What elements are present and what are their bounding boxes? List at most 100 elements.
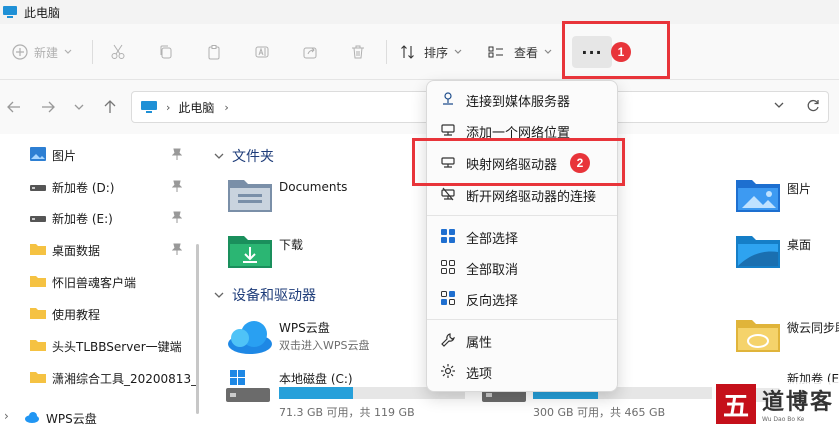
watermark-mark: 五 bbox=[722, 392, 749, 422]
sidebar-item-label: WPS云盘 bbox=[46, 412, 97, 426]
refresh-icon[interactable] bbox=[806, 99, 820, 113]
chevron-down-icon[interactable] bbox=[774, 101, 784, 109]
watermark-seal: 五 bbox=[716, 384, 756, 424]
new-label: 新建 bbox=[34, 45, 59, 60]
rename-button[interactable] bbox=[254, 24, 270, 80]
desktop-folder-icon[interactable] bbox=[736, 232, 780, 268]
menu-item-select-none[interactable]: 全部取消 bbox=[431, 252, 615, 282]
drive-space: 71.3 GB 可用，共 119 GB bbox=[279, 406, 415, 419]
sidebar-item-desktop-data[interactable]: 桌面数据 bbox=[0, 234, 198, 264]
pictures-folder-icon[interactable] bbox=[736, 176, 780, 212]
copy-icon bbox=[160, 45, 172, 59]
folder-name[interactable]: 下载 bbox=[279, 236, 303, 253]
drive-name[interactable]: WPS云盘 bbox=[279, 319, 330, 336]
weiyun-folder-icon[interactable] bbox=[736, 316, 780, 354]
sidebar-item-folder[interactable]: 怀旧兽魂客户端 bbox=[0, 266, 198, 296]
title-bar: 此电脑 bbox=[0, 0, 839, 24]
menu-item-select-all[interactable]: 全部选择 bbox=[431, 221, 615, 251]
recent-locations-button[interactable] bbox=[74, 96, 84, 118]
folder-icon bbox=[30, 308, 46, 319]
sidebar-item-label: 潇湘综合工具_20200813_ bbox=[52, 372, 198, 386]
drive-name[interactable]: 微云同步助 bbox=[787, 319, 839, 336]
address-crumb[interactable]: 此电脑 bbox=[178, 99, 214, 116]
sidebar-item-drive-d[interactable]: 新加卷 (D:) bbox=[0, 171, 198, 201]
chevron-right-icon[interactable]: › bbox=[4, 409, 9, 423]
folders-section-header[interactable]: 文件夹 bbox=[214, 146, 274, 166]
menu-item-options[interactable]: 选项 bbox=[431, 356, 615, 386]
sidebar-item-folder[interactable]: 头头TLBBServer一键端 bbox=[0, 330, 198, 360]
sidebar-item-folder[interactable]: 使用教程 bbox=[0, 298, 198, 328]
view-button[interactable]: 查看 bbox=[488, 24, 552, 80]
folder-icon bbox=[30, 340, 46, 351]
new-button[interactable]: 新建 bbox=[12, 24, 72, 80]
sidebar-item-label: 桌面数据 bbox=[52, 244, 101, 258]
command-bar: 新建 排序 查看 ··· bbox=[0, 24, 839, 80]
menu-item-label: 连接到媒体服务器 bbox=[466, 95, 571, 110]
view-label: 查看 bbox=[514, 45, 539, 60]
chevron-right-icon: › bbox=[166, 100, 171, 114]
annotation-badge: 1 bbox=[611, 42, 631, 62]
gear-icon bbox=[441, 364, 455, 378]
folder-name[interactable]: Documents bbox=[279, 180, 347, 194]
share-button[interactable] bbox=[302, 24, 318, 80]
folder-name[interactable]: 桌面 bbox=[787, 236, 811, 253]
pin-icon[interactable] bbox=[171, 211, 183, 226]
drives-section-header[interactable]: 设备和驱动器 bbox=[214, 285, 316, 305]
menu-item-label: 断开网络驱动器的连接 bbox=[466, 190, 597, 205]
sidebar-item-wps-cloud[interactable]: › WPS云盘 bbox=[0, 402, 198, 428]
more-options-menu: 连接到媒体服务器 添加一个网络位置 映射网络驱动器 断开网络驱动器的连接 全部选… bbox=[426, 80, 618, 392]
menu-divider bbox=[427, 215, 617, 216]
window-title: 此电脑 bbox=[24, 5, 61, 20]
paste-button[interactable] bbox=[206, 24, 222, 80]
chevron-down-icon bbox=[64, 49, 72, 54]
sidebar-scrollbar[interactable] bbox=[196, 244, 199, 414]
cloud-icon bbox=[25, 412, 39, 423]
copy-button[interactable] bbox=[158, 24, 174, 80]
sidebar-item-pictures[interactable]: 图片 bbox=[0, 139, 198, 169]
documents-folder-icon[interactable] bbox=[228, 176, 272, 212]
sidebar-item-drive-e[interactable]: 新加卷 (E:) bbox=[0, 202, 198, 232]
delete-button[interactable] bbox=[350, 24, 366, 80]
windows-drive-icon[interactable] bbox=[226, 370, 270, 408]
menu-item-label: 属性 bbox=[466, 336, 493, 351]
menu-item-properties[interactable]: 属性 bbox=[431, 325, 615, 355]
back-button[interactable] bbox=[6, 96, 22, 118]
annotation-box bbox=[412, 138, 625, 186]
forward-button[interactable] bbox=[40, 96, 56, 118]
plus-icon bbox=[12, 44, 28, 60]
arrow-left-icon bbox=[7, 101, 20, 113]
pin-icon[interactable] bbox=[171, 180, 183, 195]
menu-item-connect-media-server[interactable]: 连接到媒体服务器 bbox=[431, 84, 615, 114]
menu-divider bbox=[427, 319, 617, 320]
watermark-text: 道博客 bbox=[762, 390, 835, 415]
wrench-icon bbox=[441, 333, 455, 347]
sidebar-item-label: 使用教程 bbox=[52, 308, 101, 322]
sort-icon bbox=[401, 45, 414, 59]
sidebar-item-label: 新加卷 (D:) bbox=[52, 181, 115, 195]
drive-icon bbox=[30, 185, 46, 191]
menu-item-invert-selection[interactable]: 反向选择 bbox=[431, 283, 615, 313]
wps-cloud-icon[interactable] bbox=[226, 316, 274, 356]
sort-button[interactable]: 排序 bbox=[400, 24, 462, 80]
sidebar-item-label: 头头TLBBServer一键端 bbox=[52, 340, 182, 354]
chevron-right-icon[interactable]: › bbox=[224, 101, 228, 114]
rename-icon bbox=[255, 46, 269, 58]
arrow-right-icon bbox=[42, 101, 55, 113]
chevron-down-icon bbox=[214, 153, 224, 159]
up-button[interactable] bbox=[102, 96, 118, 118]
folder-icon bbox=[30, 276, 46, 287]
folder-name[interactable]: 图片 bbox=[787, 180, 811, 197]
sidebar-item-folder[interactable]: 潇湘综合工具_20200813_ bbox=[0, 362, 198, 392]
pin-icon[interactable] bbox=[171, 148, 183, 163]
watermark-subtext: Wu Dao Bo Ke bbox=[762, 416, 805, 423]
drive-icon bbox=[30, 216, 46, 222]
disconnect-drive-icon bbox=[441, 187, 455, 201]
pin-icon[interactable] bbox=[171, 243, 183, 258]
watermark-logo: 五 道博客 Wu Dao Bo Ke bbox=[712, 382, 839, 428]
drive-name[interactable]: 本地磁盘 (C:) bbox=[279, 370, 353, 387]
view-icon bbox=[488, 46, 503, 58]
menu-item-label: 选项 bbox=[466, 367, 493, 382]
downloads-folder-icon[interactable] bbox=[228, 232, 272, 268]
cut-button[interactable] bbox=[110, 24, 126, 80]
sidebar-item-label: 图片 bbox=[52, 149, 77, 163]
